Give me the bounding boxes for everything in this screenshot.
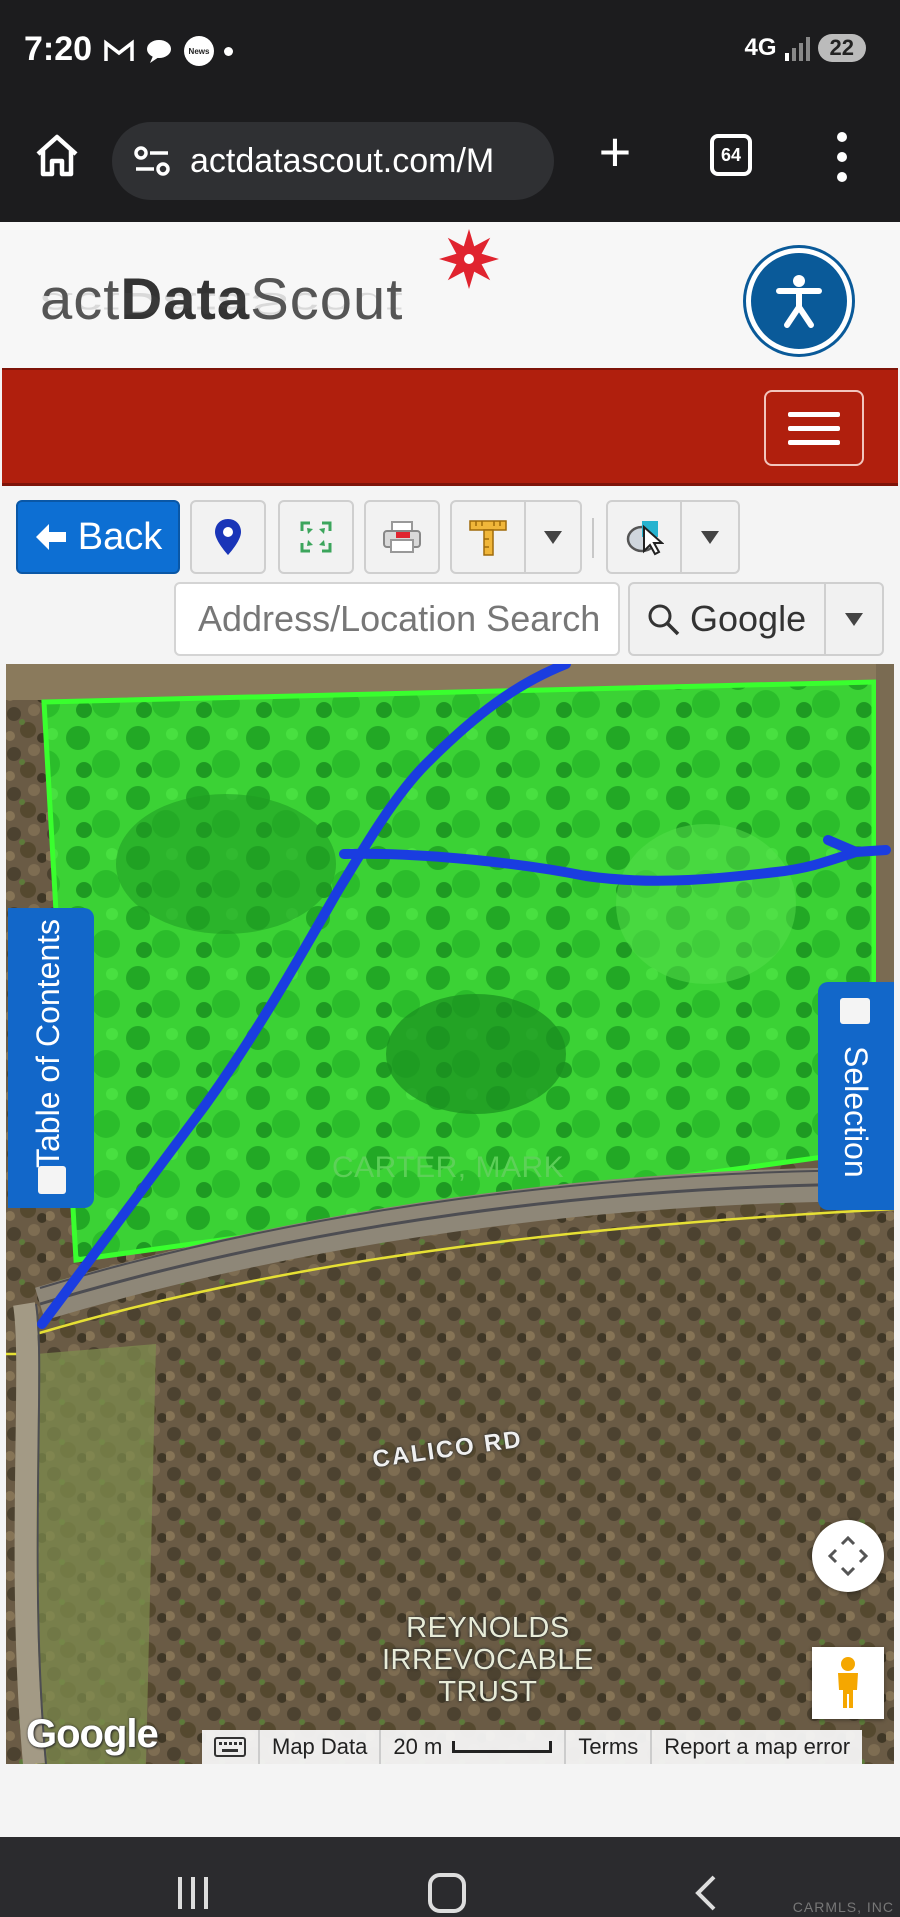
- move-arrows-icon: [828, 1536, 868, 1576]
- satellite-imagery: [6, 664, 894, 1764]
- parcel-owner-label[interactable]: CARTER, MARK: [332, 1152, 564, 1184]
- page-footer: [0, 1764, 900, 1837]
- scale-bar: [452, 1741, 553, 1753]
- new-tab-icon[interactable]: +: [590, 124, 640, 180]
- selection-list-icon: [840, 998, 870, 1024]
- google-logo[interactable]: Google: [26, 1712, 159, 1757]
- chevron-left-icon: [695, 1875, 716, 1911]
- layers-icon: [38, 1166, 66, 1194]
- map-pan-control[interactable]: [812, 1520, 884, 1592]
- label-line: TRUST: [438, 1676, 538, 1708]
- network-type: 4G: [744, 34, 777, 61]
- map-data-link[interactable]: Map Data: [260, 1730, 382, 1764]
- battery-indicator: 22: [817, 34, 866, 62]
- report-error-link[interactable]: Report a map error: [652, 1730, 862, 1764]
- keyboard-shortcuts-button[interactable]: [202, 1730, 260, 1764]
- address-search-input[interactable]: Address/Location Search: [174, 582, 620, 656]
- table-of-contents-tab[interactable]: Table of Contents: [8, 908, 94, 1208]
- logo-star-icon: [439, 229, 499, 289]
- back-label: Back: [77, 515, 163, 558]
- watermark: CARMLS, INC: [792, 1899, 894, 1915]
- back-nav-button[interactable]: [686, 1871, 730, 1915]
- status-right: 4G 22: [744, 34, 866, 62]
- keyboard-icon: [214, 1737, 246, 1757]
- label-line: REYNOLDS: [406, 1612, 570, 1644]
- more-notifications-dot: [224, 46, 233, 56]
- pegman-icon: [838, 1657, 858, 1708]
- label-line: IRREVOCABLE: [382, 1644, 594, 1676]
- map-attribution: Map Data 20 m Terms Report a map error: [202, 1730, 863, 1764]
- full-extent-button[interactable]: [278, 500, 354, 574]
- accessibility-icon: [776, 275, 822, 328]
- browser-toolbar: actdatascout.com/M + 64: [0, 100, 900, 222]
- selection-tab[interactable]: Selection: [818, 982, 894, 1210]
- home-icon[interactable]: [32, 130, 82, 180]
- chevron-down-icon: [701, 530, 719, 544]
- location-pin-button[interactable]: [190, 500, 266, 574]
- chat-bubble-icon: [144, 36, 174, 66]
- signal-icon: [784, 35, 810, 61]
- measure-ruler-icon: [469, 520, 507, 556]
- accessibility-button[interactable]: [746, 248, 852, 354]
- search-provider-label: Google: [690, 598, 807, 639]
- print-button[interactable]: [364, 500, 440, 574]
- map-view[interactable]: CARTER, MARK CALICO RD REYNOLDS IRREVOCA…: [6, 664, 894, 1764]
- measure-dropdown-button[interactable]: [526, 500, 582, 574]
- scale-label: 20 m: [393, 1734, 443, 1759]
- select-tool-icon: [626, 521, 664, 556]
- arrow-left-icon: [35, 524, 66, 550]
- search-provider-button[interactable]: Google: [628, 582, 826, 656]
- site-nav-bar: [2, 368, 898, 486]
- full-extent-icon: [300, 521, 332, 553]
- terms-link[interactable]: Terms: [566, 1730, 653, 1764]
- search-provider-dropdown[interactable]: [826, 582, 884, 656]
- map-toolbar: Back Address/Location Search Google: [0, 488, 900, 658]
- measure-button[interactable]: [450, 500, 526, 574]
- parcel-owner-label-2[interactable]: REYNOLDS IRREVOCABLE TRUST: [382, 1612, 594, 1708]
- street-view-pegman[interactable]: [812, 1647, 884, 1719]
- select-tool-button[interactable]: [606, 500, 682, 574]
- hamburger-menu-button[interactable]: [764, 390, 864, 466]
- news-icon: News: [184, 36, 214, 66]
- search-placeholder: Address/Location Search: [198, 598, 601, 639]
- url-bar[interactable]: actdatascout.com/M: [112, 122, 554, 200]
- clock: 7:20: [24, 30, 93, 68]
- chevron-down-icon: [544, 530, 562, 544]
- system-nav-bar: CARMLS, INC: [0, 1837, 900, 1917]
- toc-label: Table of Contents: [30, 918, 66, 1168]
- select-dropdown-button[interactable]: [682, 500, 740, 574]
- browser-menu-icon[interactable]: [832, 132, 852, 182]
- web-page: actDataScout actDataScout Back Address/L…: [0, 222, 900, 1837]
- toolbar-divider: [592, 518, 594, 558]
- site-settings-icon[interactable]: [132, 141, 172, 181]
- url-text: actdatascout.com/M: [190, 141, 495, 180]
- notification-icons: News: [104, 36, 233, 66]
- back-button[interactable]: Back: [16, 500, 180, 574]
- home-button[interactable]: [428, 1873, 466, 1913]
- recent-apps-button[interactable]: [178, 1877, 208, 1909]
- selection-label: Selection: [838, 1046, 874, 1178]
- tab-switcher-button[interactable]: 64: [710, 134, 752, 176]
- print-icon: [383, 521, 421, 553]
- search-icon: [648, 604, 680, 636]
- status-bar: 7:20 News 4G 22: [0, 0, 900, 100]
- site-header: actDataScout actDataScout: [0, 222, 900, 368]
- map-scale[interactable]: 20 m: [381, 1730, 567, 1764]
- logo-reflection: actDataScout: [40, 285, 404, 322]
- location-pin-icon: [215, 519, 241, 555]
- chevron-down-icon: [845, 612, 863, 626]
- gmail-icon: [104, 36, 134, 66]
